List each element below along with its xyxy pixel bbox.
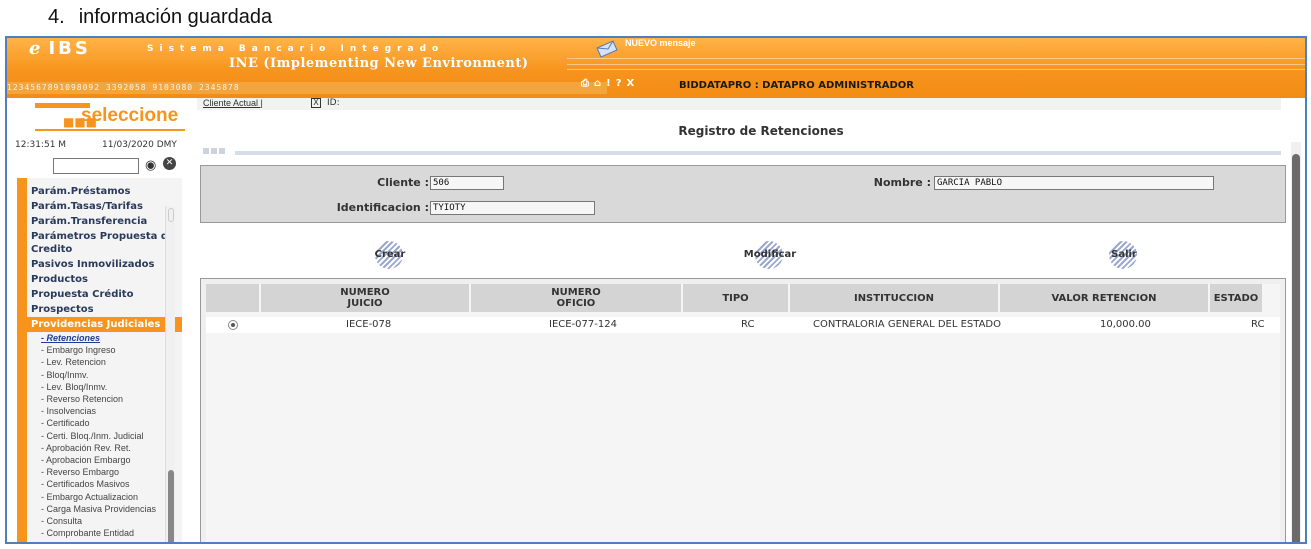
nombre-label: Nombre : <box>873 176 931 189</box>
page-scrollbar[interactable] <box>1291 142 1301 542</box>
row-radio[interactable] <box>228 320 238 330</box>
current-client-link[interactable]: Cliente Actual | <box>203 98 263 108</box>
header-digits: 1234567891098092 3392058 9103080 2345878 <box>7 82 607 94</box>
date: 11/03/2020 DMY <box>102 140 177 150</box>
menu-item[interactable]: - Aprobacion Embargo <box>27 454 182 466</box>
cliente-label: Cliente : <box>377 176 429 189</box>
menu-group-transferencia[interactable]: Parám.Transferencia <box>27 214 182 229</box>
menu-group-propuesta[interactable]: Parámetros Propuesta de Credito <box>27 229 182 257</box>
menu-item[interactable]: - Bloq/Inmv. <box>27 369 182 381</box>
close-client-icon[interactable]: X <box>311 98 321 108</box>
side-menu: Parám.Préstamos Parám.Tasas/Tarifas Pará… <box>17 178 182 542</box>
menu-group-pasivos[interactable]: Pasivos Inmovilizados <box>27 257 182 272</box>
cell-tipo: RC <box>741 319 755 330</box>
cell-estado: RC <box>1251 319 1265 330</box>
menu-scrollbar[interactable] <box>165 206 175 542</box>
menu-group-prospectos[interactable]: Prospectos <box>27 302 182 317</box>
home-icon[interactable]: ⌂ <box>594 78 601 89</box>
menu-item[interactable]: - Consulta <box>27 515 182 527</box>
menu-item[interactable]: - Insolvencias <box>27 405 182 417</box>
cell-institucion: CONTRALORIA GENERAL DEL ESTADO <box>813 319 1002 330</box>
app-header: e IBS Sistema Bancario Integrado INE (Imp… <box>7 38 1305 98</box>
clear-icon[interactable]: ✕ <box>163 157 176 170</box>
table-header-estado: ESTADO <box>1210 284 1262 312</box>
cliente-field[interactable]: 506 <box>430 176 504 190</box>
app-logo: e IBS <box>29 38 91 59</box>
info-icon[interactable]: ! <box>606 78 611 89</box>
table-header-tipo: TIPO <box>683 284 788 312</box>
header-toolbar: ⎙ ⌂ ! ? X <box>581 78 634 89</box>
clock: 12:31:51 M <box>15 140 67 150</box>
identificacion-label: Identificacion : <box>336 201 429 214</box>
menu-item[interactable]: - Embargo Actualizacion <box>27 491 182 503</box>
menu-group-providencias[interactable]: Providencias Judiciales <box>27 317 182 332</box>
cell-juicio: IECE-078 <box>346 319 392 330</box>
menu-item[interactable]: - Lev. Bloq/Inmv. <box>27 381 182 393</box>
new-message-link[interactable]: NUEVO mensaje <box>625 38 696 48</box>
title-divider <box>235 151 1281 155</box>
page-title: Registro de Retenciones <box>678 124 844 138</box>
menu-item[interactable]: - Reverso Embargo <box>27 466 182 478</box>
menu-item[interactable]: - Certificados Masivos <box>27 478 182 490</box>
table-header-institucion: INSTITUCCION <box>790 284 998 312</box>
cell-valor: 10,000.00 <box>1100 319 1151 330</box>
client-id-label: ID: <box>327 98 340 108</box>
menu-group-propuesta-credito[interactable]: Propuesta Crédito <box>27 287 182 302</box>
system-subtitle: INE (Implementing New Environment) <box>229 56 529 71</box>
selector-logo: ■■■ seleccione <box>35 103 185 131</box>
caption-number: 4. <box>48 6 65 28</box>
cell-oficio: IECE-077-124 <box>549 319 617 330</box>
menu-item[interactable]: - Comprobante Entidad <box>27 527 182 539</box>
menu-item[interactable]: - Certi. Bloq./Inm. Judicial <box>27 430 182 442</box>
menu-item[interactable]: - Lev. Retencion <box>27 356 182 368</box>
menu-item[interactable]: - Embargo Ingreso <box>27 344 182 356</box>
menu-item[interactable]: - Carga Masiva Providencias <box>27 503 182 515</box>
modificar-button[interactable]: Modificar <box>735 241 805 277</box>
eye-icon[interactable]: ◉ <box>145 158 156 173</box>
help-icon[interactable]: ? <box>616 78 622 89</box>
menu-group-tasas[interactable]: Parám.Tasas/Tarifas <box>27 199 182 214</box>
menu-group-productos[interactable]: Productos <box>27 272 182 287</box>
nombre-field[interactable]: GARCIA PABLO <box>934 176 1214 190</box>
table-header-oficio: NUMERO OFICIO <box>471 284 681 312</box>
left-panel: ■■■ seleccione 12:31:51 M 11/03/2020 DMY… <box>7 98 192 542</box>
user-label: BIDDATAPRO : DATAPRO ADMINISTRADOR <box>679 80 915 91</box>
main-content: Cliente Actual | X ID: Registro de Reten… <box>197 98 1305 542</box>
print-icon[interactable]: ⎙ <box>581 78 589 89</box>
menu-search-input[interactable] <box>53 158 139 174</box>
menu-item[interactable]: - Aprobación Rev. Ret. <box>27 442 182 454</box>
caption-text: información guardada <box>78 6 273 28</box>
crear-button[interactable]: Crear <box>355 241 425 277</box>
menu-item[interactable]: - Reverso Retencion <box>27 393 182 405</box>
menu-group-prestamos[interactable]: Parám.Préstamos <box>27 184 182 199</box>
table-header-juicio: NUMERO JUICIO <box>261 284 469 312</box>
client-form: Cliente : 506 Nombre : GARCIA PABLO Iden… <box>200 165 1286 223</box>
table-header-valor: VALOR RETENCION <box>1000 284 1208 312</box>
envelope-icon[interactable] <box>595 40 619 58</box>
close-icon[interactable]: X <box>627 78 635 89</box>
breadcrumb: Cliente Actual | X ID: <box>197 98 1281 110</box>
menu-item-retenciones[interactable]: - Retenciones <box>27 332 182 344</box>
menu-item[interactable]: - Certificado <box>27 417 182 429</box>
table-header-select <box>206 284 259 312</box>
app-window: e IBS Sistema Bancario Integrado INE (Imp… <box>5 36 1307 544</box>
system-name: Sistema Bancario Integrado <box>147 44 445 54</box>
retenciones-table: NUMERO JUICIO NUMERO OFICIO TIPO INSTITU… <box>200 278 1286 542</box>
caption: 4. información guardada <box>48 6 272 29</box>
table-row[interactable]: IECE-078 IECE-077-124 RC CONTRALORIA GEN… <box>206 317 1280 333</box>
salir-button[interactable]: Salir <box>1089 241 1159 277</box>
identificacion-field[interactable]: TYIOTY <box>430 201 595 215</box>
